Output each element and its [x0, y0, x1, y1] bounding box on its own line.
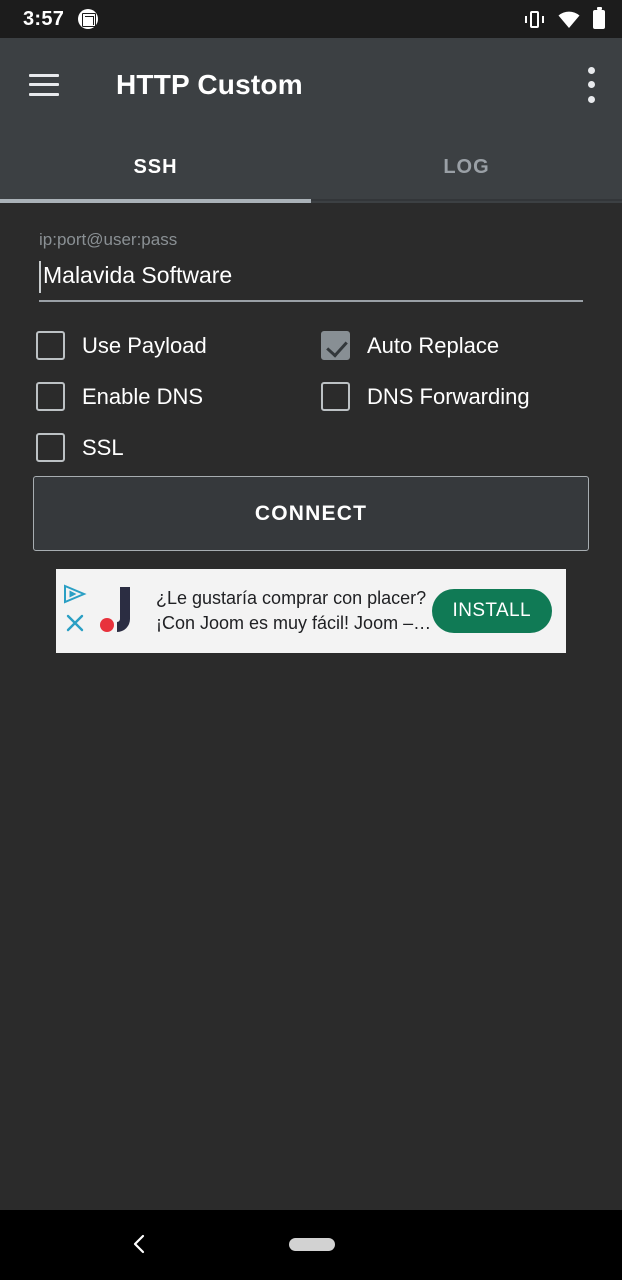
- checkbox-enable-dns[interactable]: Enable DNS: [36, 382, 321, 411]
- back-chevron-icon[interactable]: [128, 1232, 152, 1256]
- system-navigation-bar: [0, 1210, 622, 1280]
- checkbox-label: Enable DNS: [82, 383, 204, 409]
- tab-bar: SSH LOG: [0, 131, 622, 203]
- more-vertical-icon[interactable]: [587, 66, 596, 103]
- close-icon[interactable]: [65, 613, 85, 638]
- checkbox-dns-forwarding[interactable]: DNS Forwarding: [321, 382, 530, 411]
- ssh-input-value: Malavida Software: [43, 262, 233, 288]
- checkbox-box[interactable]: [36, 331, 65, 360]
- phone-screen: 3:57 HTTP Custom SSH LOG ip:port@user:pa…: [0, 0, 622, 1280]
- vibrate-icon: [524, 10, 545, 28]
- status-bar-clock: 3:57: [23, 7, 65, 30]
- checkbox-label: DNS Forwarding: [367, 383, 530, 409]
- tab-log[interactable]: LOG: [311, 131, 622, 203]
- checkbox-box[interactable]: [321, 382, 350, 411]
- main-content: ip:port@user:pass Malavida Software Use …: [0, 203, 622, 1210]
- status-bar-system-icons: [524, 6, 605, 29]
- home-pill-icon[interactable]: [289, 1238, 335, 1251]
- ad-description: ¡Con Joom es muy fácil! Joom –…: [156, 613, 432, 633]
- checkbox-use-payload[interactable]: Use Payload: [36, 331, 321, 360]
- joom-logo: [96, 583, 142, 639]
- checkbox-row: SSL: [36, 422, 596, 473]
- checkbox-box[interactable]: [36, 382, 65, 411]
- ad-install-button[interactable]: INSTALL: [431, 589, 552, 633]
- adchoices-icon[interactable]: [63, 584, 87, 609]
- ssh-input[interactable]: Malavida Software: [39, 258, 583, 302]
- options-checkbox-grid: Use Payload Auto Replace Enable DNS DNS …: [36, 320, 596, 473]
- checkbox-label: SSL: [82, 434, 124, 460]
- connect-button-label: CONNECT: [254, 501, 368, 525]
- checkbox-label: Auto Replace: [367, 332, 500, 358]
- battery-icon: [593, 6, 605, 29]
- adchoices-group[interactable]: [56, 569, 94, 653]
- checkbox-row: Use Payload Auto Replace: [36, 320, 596, 371]
- app-bar: HTTP Custom: [0, 38, 622, 131]
- connect-button[interactable]: CONNECT: [33, 476, 589, 551]
- status-bar-notifications: [78, 9, 99, 29]
- checkbox-box[interactable]: [36, 433, 65, 462]
- ssh-field-label: ip:port@user:pass: [39, 230, 178, 249]
- ad-text-block: ¿Le gustaría comprar con placer? ¡Con Jo…: [156, 587, 432, 635]
- status-bar: 3:57: [0, 0, 622, 38]
- screenshot-icon: [78, 9, 99, 29]
- ad-headline: ¿Le gustaría comprar con placer?: [156, 588, 427, 608]
- ad-banner[interactable]: ¿Le gustaría comprar con placer? ¡Con Jo…: [56, 569, 566, 653]
- checkbox-ssl[interactable]: SSL: [36, 433, 321, 462]
- checkbox-box-checked[interactable]: [321, 331, 350, 360]
- ssh-input-underline: [39, 300, 583, 302]
- text-cursor: [39, 261, 41, 293]
- checkbox-label: Use Payload: [82, 332, 207, 358]
- hamburger-menu-icon[interactable]: [29, 73, 59, 96]
- checkbox-row: Enable DNS DNS Forwarding: [36, 371, 596, 422]
- tab-ssh[interactable]: SSH: [0, 131, 311, 203]
- wifi-icon: [558, 11, 580, 28]
- checkbox-auto-replace[interactable]: Auto Replace: [321, 331, 499, 360]
- page-title: HTTP Custom: [116, 68, 303, 100]
